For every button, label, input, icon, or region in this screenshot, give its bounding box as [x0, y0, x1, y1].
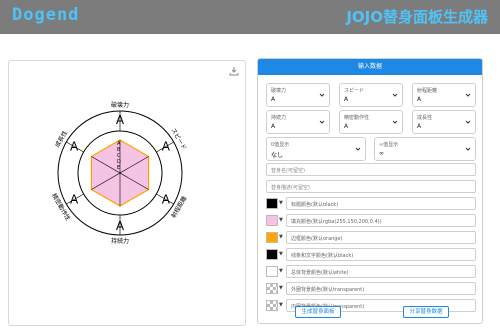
grade-label: A: [70, 193, 79, 207]
caret-down-icon[interactable]: ▼: [279, 285, 283, 291]
caret-down-icon[interactable]: ▼: [279, 251, 283, 257]
chevron-down-icon: [465, 120, 471, 124]
select-value: A: [271, 123, 276, 130]
input-placeholder: 总体背景颜色(默认white): [291, 270, 349, 276]
grade-label: A: [116, 219, 125, 233]
outer-bg-color-swatch[interactable]: [266, 283, 278, 294]
select-precision[interactable]: 精密動作性 A: [339, 110, 403, 134]
chevron-down-icon: [392, 93, 398, 97]
select-power[interactable]: 破壊力 A: [266, 83, 330, 107]
axis-label: 破壊力: [111, 101, 129, 109]
chevron-down-icon: [319, 93, 325, 97]
generate-button[interactable]: 生成替身面板: [295, 306, 341, 318]
select-speed[interactable]: スピード A: [339, 83, 403, 107]
stand-name-input[interactable]: 替身名(可留空): [266, 163, 476, 176]
select-value: A: [344, 96, 349, 103]
caret-down-icon[interactable]: ▼: [279, 302, 283, 308]
axis-label: 成長性: [53, 129, 69, 149]
input-placeholder: 填充颜色(默认rgba(255,150,200,0.4)): [291, 219, 382, 225]
select-label: 破壊力: [271, 88, 287, 94]
border-color-swatch[interactable]: [266, 232, 278, 243]
background-color-row: ▼ 总体背景颜色(默认white): [266, 265, 476, 279]
axis-label: 持続力: [111, 237, 129, 245]
select-potential[interactable]: 成長性 A: [412, 110, 476, 134]
select-label: 持続力: [271, 115, 287, 121]
caret-down-icon[interactable]: ▼: [279, 200, 283, 206]
chevron-down-icon: [465, 147, 471, 151]
line-color-row: ▼ 线条和文字颜色(默认black): [266, 248, 476, 262]
inner-bg-color-swatch[interactable]: [266, 300, 278, 311]
input-placeholder: 边框颜色(默认orange): [291, 236, 343, 242]
select-value: A: [417, 96, 422, 103]
select-durability[interactable]: 持続力 A: [266, 110, 330, 134]
input-panel: 输入数据 破壊力 A スピード A 射程距離 A 持続力 A 精密動作性 A 成…: [257, 58, 483, 324]
select-value: ∞: [379, 150, 384, 157]
select-label: ∞值显示: [379, 142, 399, 148]
select-value: なし: [271, 152, 284, 159]
input-placeholder: 外圈背景颜色(默认transparent): [291, 287, 365, 293]
outer-bg-color-input[interactable]: 外圈背景颜色(默认transparent): [286, 282, 476, 295]
background-color-swatch[interactable]: [266, 266, 278, 277]
input-placeholder: 线条和文字颜色(默认black): [291, 253, 354, 259]
select-infinity-display[interactable]: ∞值显示 ∞: [374, 137, 476, 161]
caret-down-icon[interactable]: ▼: [279, 268, 283, 274]
outer-bg-color-row: ▼ 外圈背景颜色(默认transparent): [266, 282, 476, 296]
chevron-down-icon: [355, 147, 361, 151]
select-label: 精密動作性: [344, 115, 370, 121]
fill-color-swatch[interactable]: [266, 215, 278, 226]
select-value: A: [417, 123, 422, 130]
fill-color-row: ▼ 填充颜色(默认rgba(255,150,200,0.4)): [266, 214, 476, 228]
background-color-input[interactable]: 总体背景颜色(默认white): [286, 265, 476, 278]
input-placeholder: 标题颜色(默认black): [291, 202, 339, 208]
select-label: 成長性: [417, 115, 433, 121]
grade-label: A: [116, 113, 125, 127]
grade-label: A: [162, 193, 171, 207]
share-button[interactable]: 分享替身数据: [403, 306, 449, 318]
chevron-down-icon: [392, 120, 398, 124]
select-zero-display[interactable]: 0值显示 なし: [266, 137, 366, 161]
select-value: A: [271, 96, 276, 103]
top-bar: Dogend JOJO替身面板生成器: [0, 0, 500, 34]
line-color-swatch[interactable]: [266, 249, 278, 260]
stand-radar-chart: ABCDEAAAAAA破壊力スピード射程距離持続力精密動作性成長性: [50, 101, 188, 245]
select-range[interactable]: 射程距離 A: [412, 83, 476, 107]
scale-letter: E: [117, 165, 120, 171]
logo[interactable]: Dogend: [12, 5, 79, 25]
chart-panel: A B C D E A A A A A A 破壊力 スピード 射程距離 持続力 精密動作性 成長性: [8, 60, 246, 326]
select-label: スピード: [344, 88, 365, 94]
title-color-input[interactable]: 标题颜色(默认black): [286, 197, 476, 210]
stand-desc-input[interactable]: 替身描述(可留空): [266, 180, 476, 193]
chevron-down-icon: [319, 120, 325, 124]
select-label: 0值显示: [271, 142, 290, 148]
title-color-row: ▼ 标题颜色(默认black): [266, 197, 476, 211]
border-color-input[interactable]: 边框颜色(默认orange): [286, 231, 476, 244]
border-color-row: ▼ 边框颜色(默认orange): [266, 231, 476, 245]
input-placeholder: 替身描述(可留空): [271, 185, 310, 191]
grade-label: A: [162, 140, 171, 154]
fill-color-input[interactable]: 填充颜色(默认rgba(255,150,200,0.4)): [286, 214, 476, 227]
caret-down-icon[interactable]: ▼: [279, 217, 283, 223]
axis-label: 精密動作性: [50, 192, 72, 222]
grade-label: A: [70, 140, 79, 154]
caret-down-icon[interactable]: ▼: [279, 234, 283, 240]
input-placeholder: 替身名(可留空): [271, 168, 305, 174]
app-title: JOJO替身面板生成器: [346, 8, 488, 26]
panel-title: 输入数据: [258, 59, 482, 75]
select-label: 射程距離: [417, 88, 438, 94]
chevron-down-icon: [465, 93, 471, 97]
select-value: A: [344, 123, 349, 130]
title-color-swatch[interactable]: [266, 198, 278, 209]
line-color-input[interactable]: 线条和文字颜色(默认black): [286, 248, 476, 261]
